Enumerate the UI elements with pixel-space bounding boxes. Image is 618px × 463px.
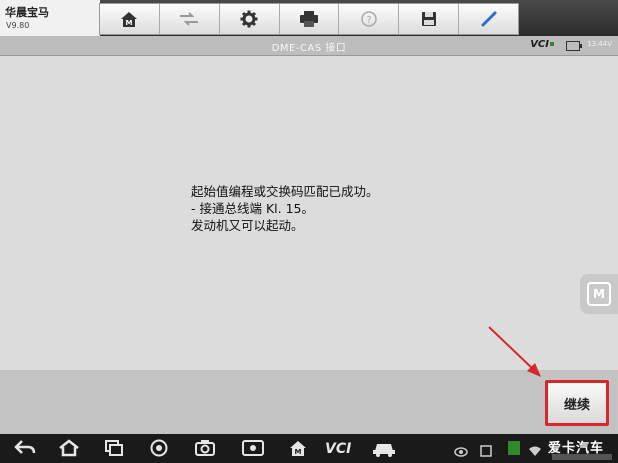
eye-icon bbox=[454, 442, 468, 461]
settings-button[interactable] bbox=[219, 4, 280, 34]
svg-text:M: M bbox=[126, 19, 133, 27]
pen-icon bbox=[481, 11, 497, 27]
message-line: - 接通总线端 Kl. 15。 bbox=[191, 201, 314, 216]
continue-button[interactable]: 继续 bbox=[545, 380, 609, 426]
help-icon: ? bbox=[361, 11, 377, 27]
page-title: DME-CAS 接口 bbox=[271, 43, 347, 54]
svg-text:M: M bbox=[295, 448, 302, 456]
printer-icon bbox=[300, 11, 318, 27]
message-line: 发动机又可以起动。 bbox=[191, 218, 304, 233]
edit-button[interactable] bbox=[459, 4, 519, 34]
vci-connected-icon bbox=[550, 42, 554, 46]
home-button[interactable]: M bbox=[100, 4, 160, 34]
car-icon[interactable] bbox=[372, 439, 396, 457]
m-logo-icon: M bbox=[587, 282, 611, 306]
maxisys-home-icon[interactable]: M bbox=[288, 439, 308, 457]
result-message: 起始值编程或交换码匹配已成功。 - 接通总线端 Kl. 15。 发动机又可以起动… bbox=[191, 183, 379, 234]
vci-status: VCI bbox=[530, 39, 554, 50]
vehicle-swap-button[interactable] bbox=[159, 4, 220, 34]
app-version: V9.80 bbox=[6, 21, 30, 30]
vci-nav-icon[interactable]: VCI bbox=[325, 440, 351, 458]
content-area: 起始值编程或交换码匹配已成功。 - 接通总线端 Kl. 15。 发动机又可以起动… bbox=[0, 56, 618, 370]
floating-menu-button[interactable]: M bbox=[580, 274, 618, 314]
save-button[interactable] bbox=[399, 4, 460, 34]
battery-icon bbox=[566, 41, 582, 51]
save-icon bbox=[421, 12, 436, 26]
back-icon[interactable] bbox=[14, 439, 36, 457]
home-m-icon: M bbox=[121, 12, 138, 27]
vci-status-icon bbox=[508, 440, 520, 459]
camera-icon[interactable] bbox=[195, 439, 215, 457]
brand-panel: 华晨宝马 V9.80 bbox=[0, 0, 100, 37]
help-button[interactable]: ? bbox=[339, 4, 400, 34]
app-title: 华晨宝马 bbox=[5, 6, 49, 19]
message-line: 起始值编程或交换码匹配已成功。 bbox=[191, 184, 379, 199]
red-arrow-icon bbox=[488, 326, 541, 377]
top-bar: 华晨宝马 V9.80 M ? bbox=[0, 0, 618, 37]
svg-text:?: ? bbox=[366, 15, 371, 26]
browser-icon[interactable] bbox=[150, 439, 168, 457]
wifi-icon bbox=[528, 442, 542, 461]
gear-icon bbox=[240, 10, 258, 28]
display-settings-icon[interactable] bbox=[242, 439, 264, 457]
home-icon[interactable] bbox=[58, 439, 80, 457]
watermark-underline bbox=[552, 454, 612, 460]
recent-apps-icon[interactable] bbox=[104, 439, 124, 457]
system-navbar: M VCI bbox=[0, 434, 618, 463]
sub-header: DME-CAS 接口 VCI 13.44V bbox=[0, 36, 618, 56]
screen-icon bbox=[480, 442, 492, 461]
toolbar: M ? bbox=[99, 3, 519, 35]
battery-voltage: 13.44V bbox=[587, 40, 612, 48]
vehicle-swap-icon bbox=[180, 12, 199, 26]
print-button[interactable] bbox=[279, 4, 340, 34]
